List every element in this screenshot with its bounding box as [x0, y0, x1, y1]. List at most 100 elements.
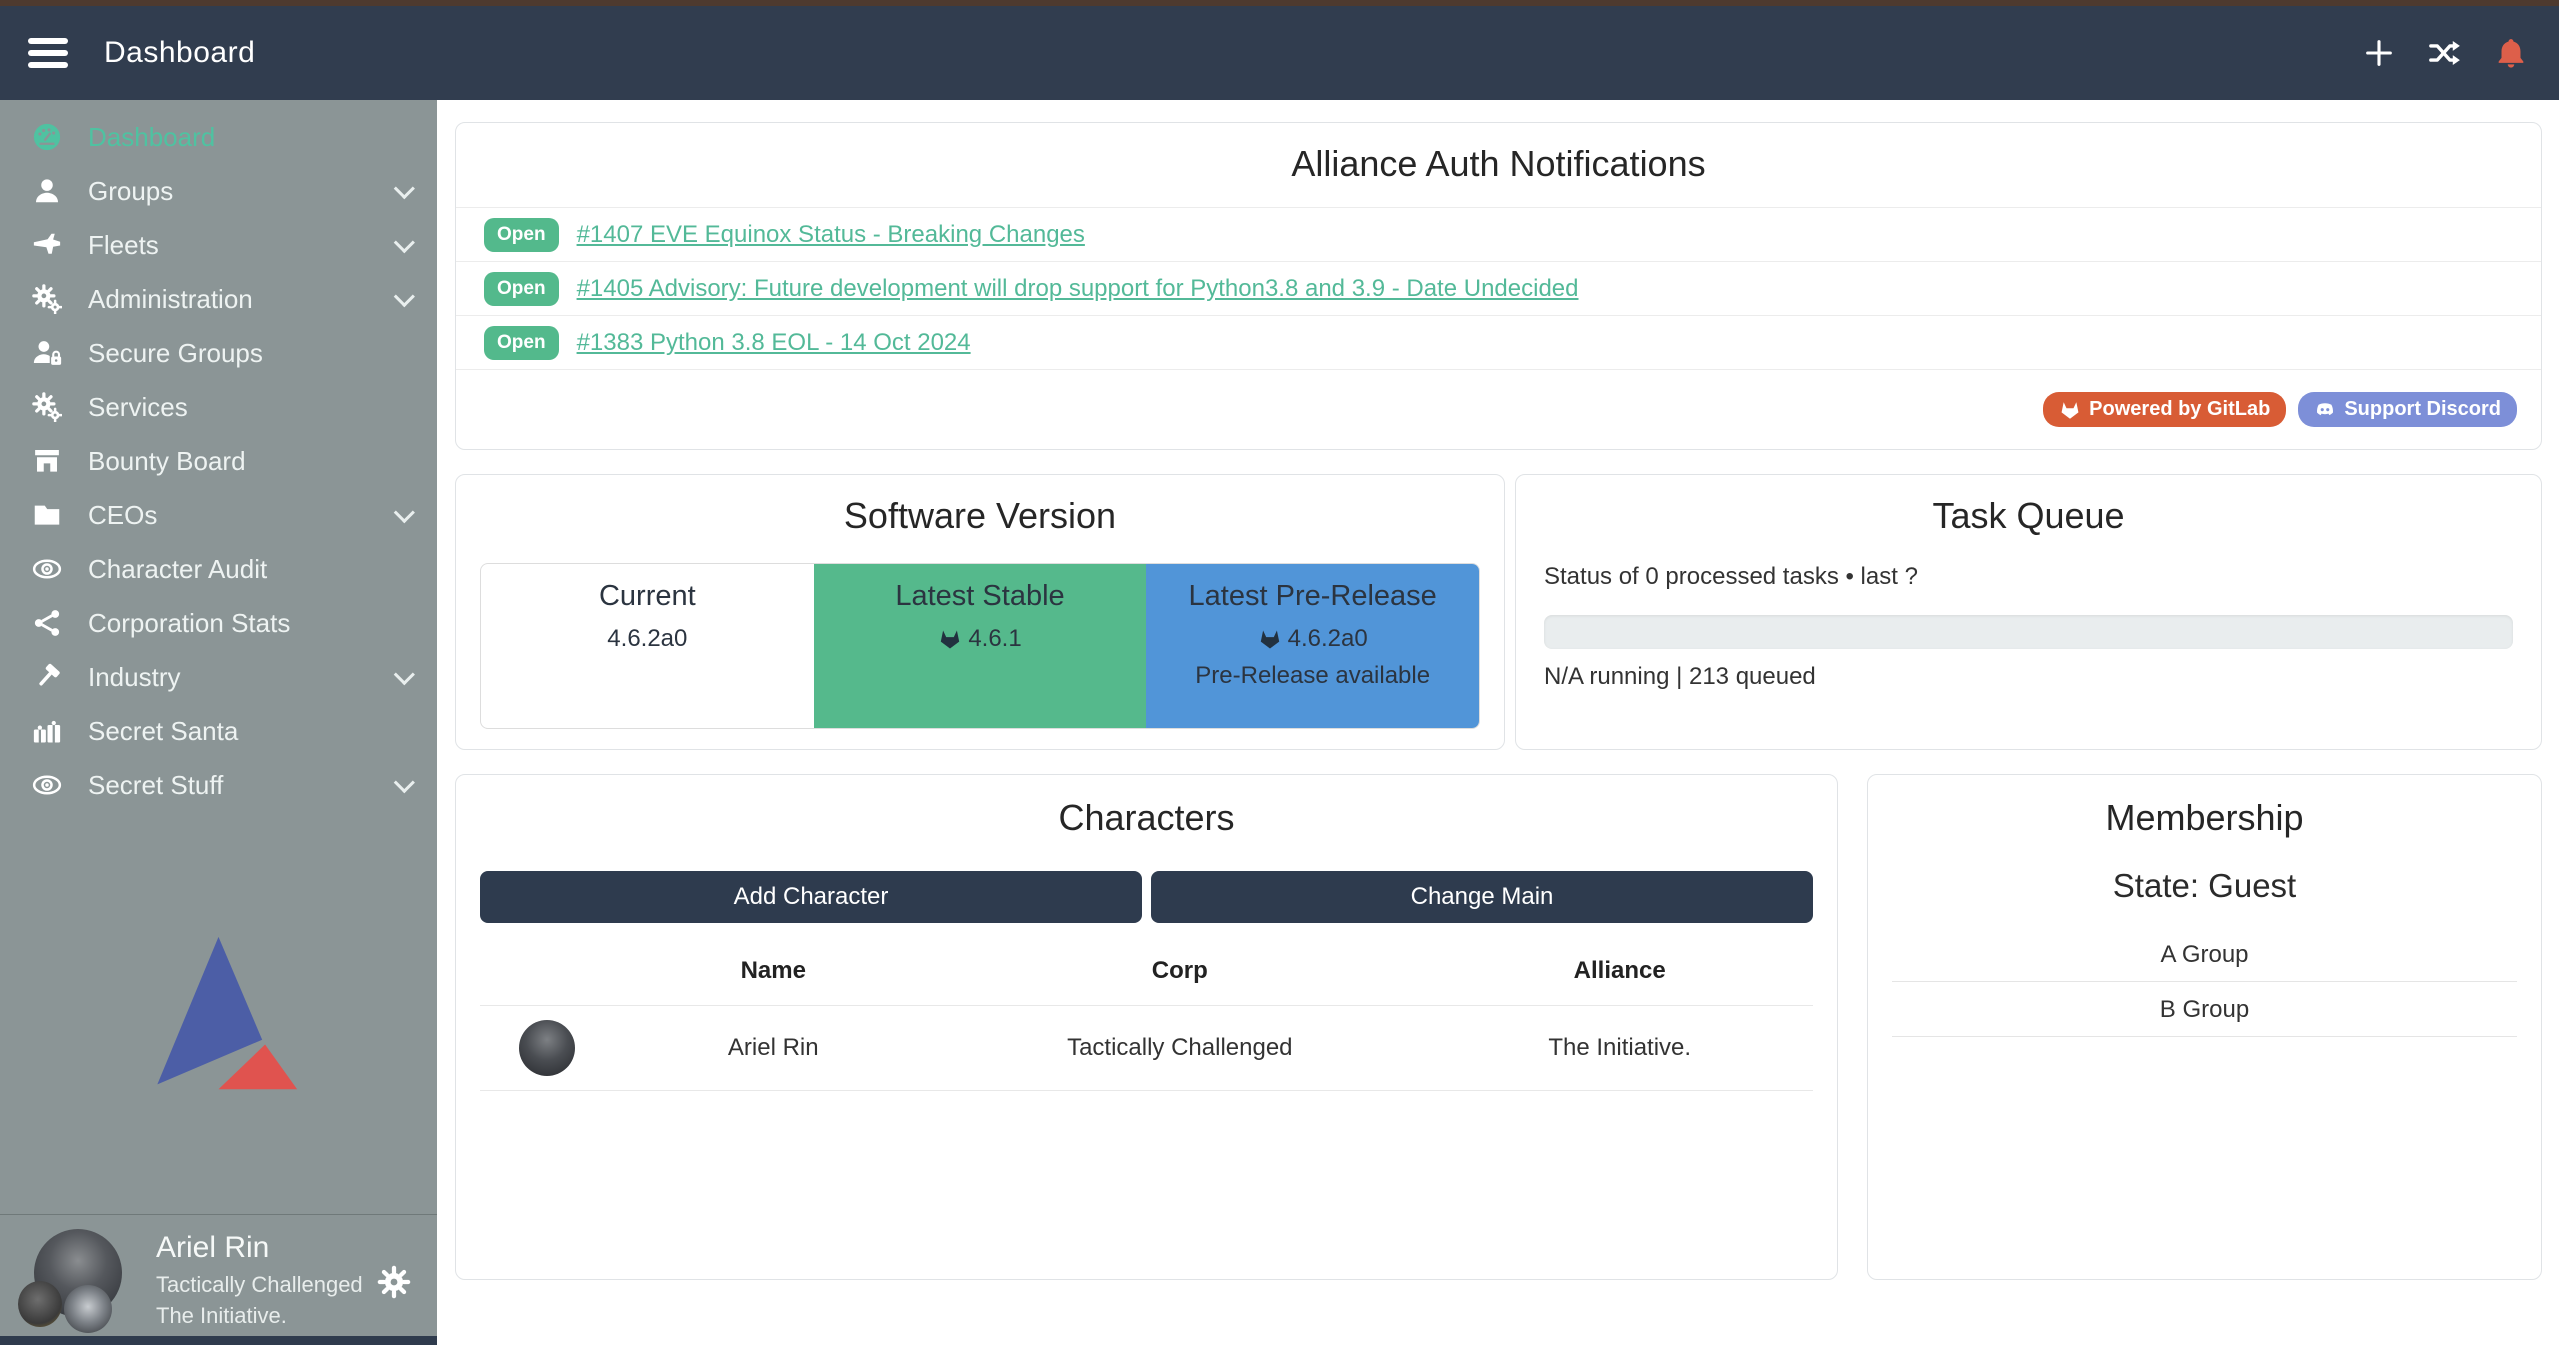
menu-icon[interactable] — [28, 38, 68, 68]
cell-portrait — [480, 1006, 613, 1091]
characters-title: Characters — [480, 797, 1813, 839]
sidebar-item-bounty-board[interactable]: Bounty Board — [0, 434, 437, 488]
software-version-panel: Software Version Current 4.6.2a0 Latest … — [455, 474, 1505, 750]
version-value: 4.6.2a0 — [607, 625, 687, 653]
share-icon — [30, 607, 64, 639]
version-stable-cell: Latest Stable 4.6.1 — [814, 564, 1147, 728]
cell-corp: Tactically Challenged — [933, 1006, 1426, 1091]
change-main-button[interactable]: Change Main — [1151, 871, 1813, 923]
header-corp: Corp — [933, 939, 1426, 1006]
sidebar-item-label: Secret Stuff — [88, 770, 223, 801]
top-navbar: Dashboard — [0, 6, 2559, 100]
gears-icon — [30, 283, 64, 315]
membership-panel: Membership State: Guest A Group B Group — [1867, 774, 2542, 1280]
bell-icon[interactable] — [2493, 35, 2529, 71]
jet-icon — [30, 229, 64, 261]
sidebar: Dashboard Groups Fleets — [0, 100, 437, 1345]
sidebar-item-corporation-stats[interactable]: Corporation Stats — [0, 596, 437, 650]
gauge-icon — [30, 121, 64, 153]
chevron-down-icon — [394, 664, 415, 685]
version-heading: Latest Pre-Release — [1146, 580, 1479, 613]
table-row: Ariel Rin Tactically Challenged The Init… — [480, 1006, 1813, 1091]
user-lock-icon — [30, 337, 64, 369]
list-item: B Group — [1892, 982, 2517, 1037]
notification-row: Open #1405 Advisory: Future development … — [456, 261, 2541, 315]
hammer-icon — [30, 661, 64, 693]
user-panel: Ariel Rin Tactically Challenged The Init… — [0, 1214, 437, 1336]
add-character-button[interactable]: Add Character — [480, 871, 1142, 923]
sidebar-item-administration[interactable]: Administration — [0, 272, 437, 326]
notification-link[interactable]: #1383 Python 3.8 EOL - 14 Oct 2024 — [577, 329, 971, 357]
list-item: A Group — [1892, 927, 2517, 982]
sidebar-item-label: CEOs — [88, 500, 157, 531]
gitlab-icon — [2059, 399, 2081, 421]
sidebar-item-label: Corporation Stats — [88, 608, 290, 639]
sidebar-nav: Dashboard Groups Fleets — [0, 100, 437, 812]
sidebar-item-label: Services — [88, 392, 188, 423]
eye-icon — [30, 769, 64, 801]
eye-icon — [30, 553, 64, 585]
shuffle-icon[interactable] — [2427, 35, 2463, 71]
discord-icon — [2314, 399, 2336, 421]
shop-icon — [30, 445, 64, 477]
row-characters-membership: Characters Add Character Change Main Nam… — [455, 774, 2542, 1280]
gitlab-icon — [1258, 627, 1282, 651]
notifications-title: Alliance Auth Notifications — [456, 143, 2541, 185]
notification-row: Open #1407 EVE Equinox Status - Breaking… — [456, 207, 2541, 261]
sidebar-item-industry[interactable]: Industry — [0, 650, 437, 704]
status-badge: Open — [484, 326, 559, 360]
alliance-auth-logo — [0, 812, 437, 1214]
sidebar-bottom-strip — [0, 1336, 437, 1345]
sidebar-item-character-audit[interactable]: Character Audit — [0, 542, 437, 596]
task-queue-title: Task Queue — [1544, 495, 2513, 537]
page-title: Dashboard — [104, 36, 255, 70]
notifications-list: Open #1407 EVE Equinox Status - Breaking… — [456, 207, 2541, 370]
chevron-down-icon — [394, 178, 415, 199]
sidebar-item-groups[interactable]: Groups — [0, 164, 437, 218]
user-meta: Ariel Rin Tactically Challenged The Init… — [156, 1231, 413, 1329]
chevron-down-icon — [394, 772, 415, 793]
version-value: 4.6.2a0 — [1288, 625, 1368, 653]
cell-name: Ariel Rin — [613, 1006, 933, 1091]
page: Dashboard — [0, 0, 2559, 1345]
chevron-down-icon — [394, 286, 415, 307]
plus-icon[interactable] — [2361, 35, 2397, 71]
layout: Dashboard Groups Fleets — [0, 100, 2559, 1345]
notification-link[interactable]: #1407 EVE Equinox Status - Breaking Chan… — [577, 221, 1085, 249]
user-icon — [30, 175, 64, 207]
version-current-cell: Current 4.6.2a0 — [481, 564, 814, 728]
software-version-title: Software Version — [480, 495, 1480, 537]
sidebar-item-ceos[interactable]: CEOs — [0, 488, 437, 542]
topbar-actions — [2361, 35, 2529, 71]
sidebar-item-label: Secret Santa — [88, 716, 238, 747]
version-note: Pre-Release available — [1146, 662, 1479, 690]
powered-by-gitlab-badge[interactable]: Powered by GitLab — [2043, 392, 2286, 427]
folder-icon — [30, 499, 64, 531]
character-buttons: Add Character Change Main — [480, 871, 1813, 923]
version-heading: Current — [481, 580, 814, 613]
software-version-table: Current 4.6.2a0 Latest Stable 4.6.1 Late… — [480, 563, 1480, 729]
sidebar-item-fleets[interactable]: Fleets — [0, 218, 437, 272]
sidebar-item-label: Fleets — [88, 230, 159, 261]
gears-icon — [30, 391, 64, 423]
sidebar-item-label: Secure Groups — [88, 338, 263, 369]
membership-groups: A Group B Group — [1892, 927, 2517, 1037]
gear-icon[interactable] — [377, 1265, 411, 1299]
sidebar-item-services[interactable]: Services — [0, 380, 437, 434]
header-name: Name — [613, 939, 933, 1006]
sidebar-item-secret-santa[interactable]: Secret Santa — [0, 704, 437, 758]
notification-link[interactable]: #1405 Advisory: Future development will … — [577, 275, 1579, 303]
sidebar-item-label: Bounty Board — [88, 446, 246, 477]
header-portrait — [480, 939, 613, 1006]
sidebar-item-secret-stuff[interactable]: Secret Stuff — [0, 758, 437, 812]
user-avatar[interactable] — [22, 1229, 130, 1329]
sidebar-item-label: Administration — [88, 284, 253, 315]
sidebar-item-secure-groups[interactable]: Secure Groups — [0, 326, 437, 380]
alliance-logo-badge — [64, 1285, 112, 1333]
support-discord-badge[interactable]: Support Discord — [2298, 392, 2517, 427]
sidebar-item-label: Character Audit — [88, 554, 267, 585]
chevron-down-icon — [394, 502, 415, 523]
status-badge: Open — [484, 218, 559, 252]
sidebar-item-label: Groups — [88, 176, 173, 207]
sidebar-item-dashboard[interactable]: Dashboard — [0, 110, 437, 164]
